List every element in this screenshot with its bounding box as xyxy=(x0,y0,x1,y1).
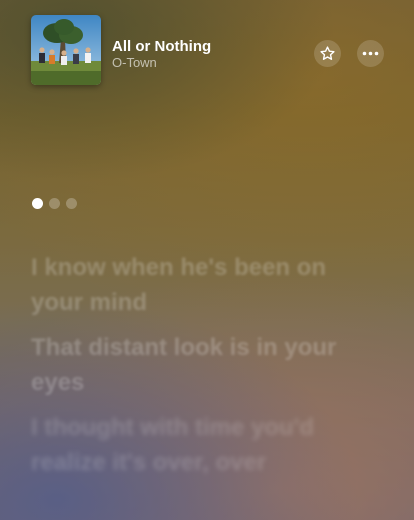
track-artist[interactable]: O-Town xyxy=(112,55,157,70)
page-dot[interactable] xyxy=(49,197,60,209)
lyrics-panel: I know when he's been on your mind That … xyxy=(31,250,381,490)
page-dot[interactable] xyxy=(66,197,77,209)
now-playing-header: All or Nothing O-Town xyxy=(0,0,414,100)
page-dot[interactable] xyxy=(32,197,43,209)
lyric-line[interactable]: I thought with time you'd realize it's o… xyxy=(31,410,381,480)
lyric-line[interactable]: I know when he's been on your mind xyxy=(31,250,381,320)
lyric-line[interactable]: That distant look is in your eyes xyxy=(31,330,381,400)
favorite-button[interactable] xyxy=(314,40,341,67)
star-icon xyxy=(320,46,335,60)
ellipsis-icon xyxy=(362,51,379,56)
album-art[interactable] xyxy=(31,15,101,85)
page-indicator xyxy=(32,197,77,209)
more-button[interactable] xyxy=(357,40,384,67)
track-title[interactable]: All or Nothing xyxy=(112,38,211,55)
